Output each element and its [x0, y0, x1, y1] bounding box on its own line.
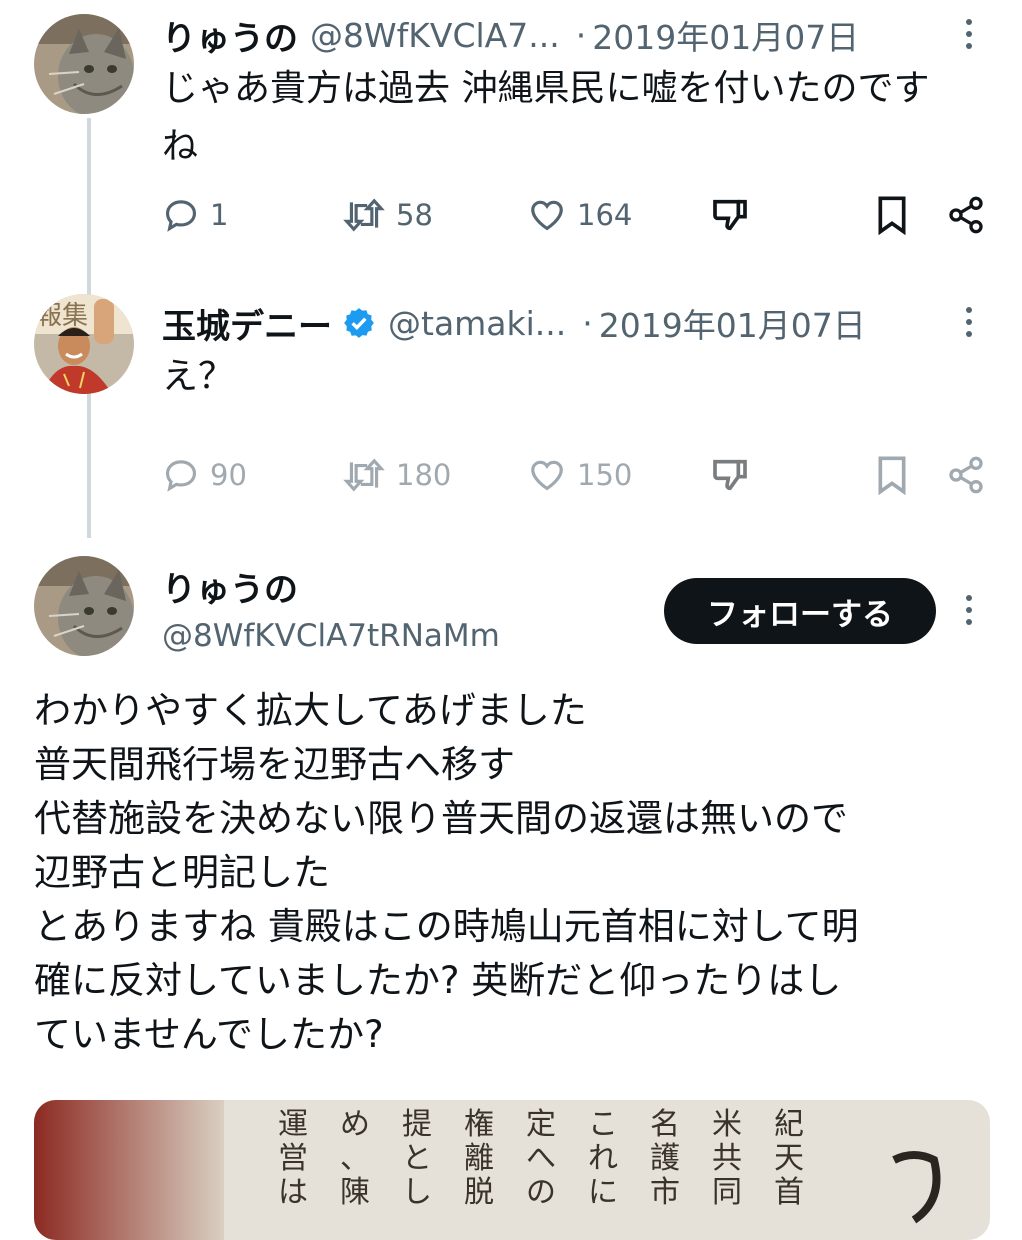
newspaper-char: 名	[650, 1107, 680, 1142]
newspaper-char: れ	[588, 1141, 618, 1176]
bookmark-button[interactable]	[874, 450, 910, 500]
newspaper-char: へ	[526, 1141, 556, 1176]
tweet-actions: 1 58 164	[162, 190, 992, 240]
tweet-actions: 90 180 150	[162, 450, 992, 500]
like-button[interactable]: 164	[527, 190, 632, 240]
newspaper-char: 権	[464, 1107, 494, 1142]
text-line: 辺野古と明記した	[34, 851, 330, 894]
display-name[interactable]: 玉城デニー	[162, 299, 332, 348]
text-line: 普天間飛行場を辺野古へ移す	[34, 743, 515, 786]
user-handle[interactable]: @tamaki...	[388, 304, 566, 343]
retweet-count: 58	[396, 198, 433, 232]
newspaper-char: 運	[278, 1107, 308, 1142]
bookmark-icon	[878, 456, 906, 495]
newspaper-char: と	[402, 1141, 432, 1176]
newspaper-char: 共	[712, 1141, 742, 1176]
retweet-icon	[343, 198, 385, 232]
newspaper-char: 首	[774, 1175, 804, 1210]
reply-button[interactable]: 90	[162, 450, 247, 500]
display-name[interactable]: りゅうの	[162, 11, 298, 60]
like-count: 164	[577, 198, 633, 232]
newspaper-char: 紀	[774, 1107, 804, 1142]
tweet-text: じゃあ貴方は過去 沖縄県民に嘘を付いたのですね	[162, 68, 930, 167]
heart-icon	[531, 460, 563, 491]
newspaper-char: 脱	[464, 1175, 494, 1210]
text-line: とありますね 貴殿はこの時鳩山元首相に対して明	[34, 905, 859, 948]
tweet-header: りゅうの @8WfKVClA7... · 2019年01月07日	[162, 10, 859, 60]
attached-newspaper-image[interactable]: 紀天首米共同名護市これに定への権離脱提としめ、陳運営は	[34, 1100, 990, 1240]
reply-icon	[165, 200, 197, 232]
svg-text:報集: 報集	[36, 301, 88, 331]
newspaper-char: 護	[650, 1141, 680, 1176]
newspaper-char: 市	[650, 1175, 680, 1210]
newspaper-char: し	[402, 1175, 432, 1210]
newspaper-char: 、	[340, 1141, 370, 1176]
more-options-icon[interactable]	[954, 14, 984, 54]
separator-dot: ·	[575, 15, 587, 55]
tweet-header: 玉城デニー @tamaki... · 2019年01月07日	[162, 298, 866, 348]
main-author-name[interactable]: りゅうの	[162, 562, 298, 611]
reply-button[interactable]: 1	[162, 190, 228, 240]
like-count: 150	[577, 458, 633, 492]
tweet-date[interactable]: 2019年01月07日	[599, 299, 866, 347]
newspaper-char: 提	[402, 1107, 432, 1142]
more-options-icon[interactable]	[954, 302, 984, 342]
reply-count: 90	[210, 458, 247, 492]
downvote-button[interactable]	[710, 190, 750, 240]
retweet-button[interactable]: 180	[342, 450, 451, 500]
newspaper-char: は	[278, 1175, 308, 1210]
tweet-text: え？	[162, 356, 235, 397]
share-button[interactable]	[946, 450, 986, 500]
text-line: 確に反対していましたか? 英断だと仰ったりはし	[34, 959, 842, 1002]
retweet-button[interactable]: 58	[342, 190, 433, 240]
man-avatar[interactable]: 報集	[34, 294, 134, 394]
newspaper-char: 営	[278, 1141, 308, 1176]
newspaper-char: 定	[526, 1107, 556, 1142]
reply-count: 1	[210, 198, 229, 232]
newspaper-char: 天	[774, 1141, 804, 1176]
share-icon	[949, 196, 983, 234]
downvote-icon	[713, 459, 747, 491]
text-line: わかりやすく拡大してあげました	[34, 689, 587, 732]
bookmark-button[interactable]	[874, 190, 910, 240]
downvote-icon	[713, 199, 747, 231]
reply-icon	[165, 460, 197, 492]
newspaper-char: 米	[712, 1107, 742, 1142]
bookmark-icon	[878, 196, 906, 235]
retweet-icon	[343, 458, 385, 492]
share-icon	[949, 456, 983, 494]
newspaper-char: 同	[712, 1175, 742, 1210]
user-handle[interactable]: @8WfKVClA7...	[310, 16, 560, 55]
quoted-reply-tweet[interactable]: 報集 玉城デニー @tamaki... · 2019年01月07日 え？ 90 …	[0, 290, 1022, 540]
separator-dot: ·	[582, 303, 593, 343]
newspaper-char: 陳	[340, 1175, 370, 1210]
text-line: ていませんでしたか?	[34, 1013, 384, 1056]
newspaper-char: の	[526, 1175, 556, 1210]
text-line: 代替施設を決めない限り普天間の返還は無いので	[34, 797, 848, 840]
main-author-handle[interactable]: @8WfKVClA7tRNaMm	[162, 618, 500, 654]
downvote-button[interactable]	[710, 450, 750, 500]
more-options-icon[interactable]	[954, 590, 984, 630]
cat-avatar[interactable]	[34, 14, 134, 114]
reply-tweet[interactable]: りゅうの @8WfKVClA7... · 2019年01月07日 じゃあ貴方は過…	[0, 0, 1022, 290]
newspaper-char: め	[340, 1107, 370, 1142]
newspaper-char: こ	[588, 1107, 618, 1142]
main-tweet-text: わかりやすく拡大してあげました 普天間飛行場を辺野古へ移す 代替施設を決めない限…	[34, 684, 859, 1062]
follow-button[interactable]: フォローする	[664, 578, 936, 644]
heart-icon	[531, 200, 563, 231]
like-button[interactable]: 150	[527, 450, 632, 500]
retweet-count: 180	[396, 458, 452, 492]
newspaper-char: 離	[464, 1141, 494, 1176]
tweet-date[interactable]: 2019年01月07日	[592, 11, 859, 59]
verified-badge-icon	[342, 306, 376, 340]
share-button[interactable]	[946, 190, 986, 240]
newspaper-char: に	[588, 1175, 618, 1210]
main-author-avatar[interactable]	[34, 556, 134, 656]
